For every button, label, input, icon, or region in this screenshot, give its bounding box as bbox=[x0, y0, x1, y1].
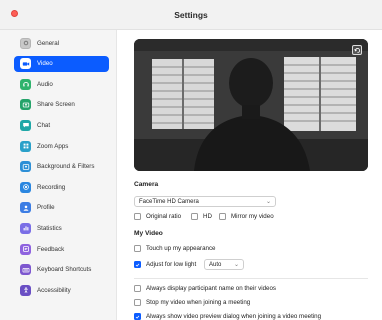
sidebar-item-label: Feedback bbox=[37, 245, 65, 253]
rotate-icon bbox=[353, 47, 360, 53]
camera-preview bbox=[134, 39, 368, 171]
sidebar-item-share-screen[interactable]: Share Screen bbox=[14, 97, 109, 113]
sidebar-item-label: General bbox=[37, 39, 60, 47]
sidebar-item-label: Zoom Apps bbox=[37, 142, 69, 150]
headphones-icon bbox=[20, 78, 31, 90]
video-preview-label: Always show video preview dialog when jo… bbox=[146, 313, 322, 320]
mirror-video-option[interactable]: Mirror my video bbox=[219, 213, 274, 220]
checkmark-icon bbox=[135, 315, 140, 319]
chevron-down-icon: ⌄ bbox=[265, 199, 271, 205]
mirror-video-label: Mirror my video bbox=[231, 213, 274, 220]
checkmark-icon bbox=[135, 263, 140, 267]
stop-video-label: Stop my video when joining a meeting bbox=[146, 299, 251, 306]
sidebar-item-label: Statistics bbox=[37, 224, 62, 232]
rotate-camera-button[interactable] bbox=[352, 45, 362, 55]
display-name-label: Always display participant name on their… bbox=[146, 285, 277, 292]
touch-up-option[interactable]: Touch up my appearance bbox=[134, 245, 215, 252]
sidebar-item-recording[interactable]: Recording bbox=[14, 179, 109, 195]
sidebar-item-label: Keyboard Shortcuts bbox=[37, 266, 92, 274]
window-title: Settings bbox=[174, 10, 208, 20]
hd-label: HD bbox=[203, 213, 212, 220]
sidebar-item-label: Background & Filters bbox=[37, 163, 95, 171]
low-light-checkbox[interactable] bbox=[134, 261, 141, 268]
touch-up-label: Touch up my appearance bbox=[146, 245, 216, 252]
original-ratio-option[interactable]: Original ratio bbox=[134, 213, 181, 220]
sidebar-item-label: Share Screen bbox=[37, 101, 75, 109]
sidebar-item-accessibility[interactable]: Accessibility bbox=[14, 282, 109, 298]
background-filters-icon bbox=[20, 161, 31, 173]
sidebar-item-audio[interactable]: Audio bbox=[14, 76, 109, 92]
stop-video-checkbox[interactable] bbox=[134, 299, 141, 306]
video-preview-option[interactable]: Always show video preview dialog when jo… bbox=[134, 313, 321, 320]
sidebar-item-label: Recording bbox=[37, 183, 66, 191]
sidebar-item-general[interactable]: General bbox=[14, 35, 109, 51]
profile-icon bbox=[20, 202, 31, 214]
camera-select-value: FaceTime HD Camera bbox=[139, 198, 199, 205]
sidebar-item-chat[interactable]: Chat bbox=[14, 117, 109, 133]
accessibility-icon bbox=[20, 284, 31, 296]
section-divider bbox=[134, 278, 368, 279]
sidebar-item-label: Chat bbox=[37, 121, 51, 129]
sidebar-item-keyboard-shortcuts[interactable]: Keyboard Shortcuts bbox=[14, 262, 109, 278]
keyboard-icon bbox=[20, 264, 31, 276]
apps-icon bbox=[20, 140, 31, 152]
camera-heading: Camera bbox=[134, 181, 159, 188]
sidebar-item-label: Accessibility bbox=[37, 286, 71, 294]
display-name-checkbox[interactable] bbox=[134, 285, 141, 292]
sidebar-item-label: Video bbox=[37, 60, 53, 68]
title-bar: Settings bbox=[0, 0, 382, 30]
recording-icon bbox=[20, 181, 31, 193]
sidebar-item-label: Audio bbox=[37, 80, 53, 88]
video-camera-icon bbox=[20, 58, 31, 70]
hd-checkbox[interactable] bbox=[191, 213, 198, 220]
sidebar-item-statistics[interactable]: Statistics bbox=[14, 220, 109, 236]
my-video-heading: My Video bbox=[134, 230, 163, 237]
gear-icon bbox=[20, 37, 31, 49]
chat-bubble-icon bbox=[20, 119, 31, 131]
low-light-select-value: Auto bbox=[209, 261, 222, 268]
video-preview-checkbox[interactable] bbox=[134, 313, 141, 320]
mirror-video-checkbox[interactable] bbox=[219, 213, 226, 220]
camera-select[interactable]: FaceTime HD Camera ⌄ bbox=[134, 196, 276, 207]
original-ratio-checkbox[interactable] bbox=[134, 213, 141, 220]
sidebar-item-feedback[interactable]: Feedback bbox=[14, 241, 109, 257]
display-name-option[interactable]: Always display participant name on their… bbox=[134, 285, 276, 292]
low-light-option[interactable]: Adjust for low light bbox=[134, 261, 196, 268]
sidebar-item-label: Profile bbox=[37, 204, 55, 212]
camera-preview-image bbox=[134, 39, 368, 171]
sidebar-item-zoom-apps[interactable]: Zoom Apps bbox=[14, 138, 109, 154]
feedback-icon bbox=[20, 243, 31, 255]
sidebar-item-background-filters[interactable]: Background & Filters bbox=[14, 159, 109, 175]
statistics-icon bbox=[20, 222, 31, 234]
chevron-down-icon: ⌄ bbox=[233, 262, 239, 268]
video-settings-panel: Camera FaceTime HD Camera ⌄ Original rat… bbox=[118, 30, 382, 320]
low-light-label: Adjust for low light bbox=[146, 261, 197, 268]
sidebar-item-profile[interactable]: Profile bbox=[14, 200, 109, 216]
share-screen-icon bbox=[20, 99, 31, 111]
hd-option[interactable]: HD bbox=[191, 213, 212, 220]
original-ratio-label: Original ratio bbox=[146, 213, 182, 220]
stop-video-option[interactable]: Stop my video when joining a meeting bbox=[134, 299, 250, 306]
low-light-select[interactable]: Auto ⌄ bbox=[204, 259, 244, 270]
touch-up-checkbox[interactable] bbox=[134, 245, 141, 252]
sidebar-item-video[interactable]: Video bbox=[14, 55, 109, 72]
settings-sidebar: General Video Audio Share Screen Chat Zoom Ap… bbox=[0, 30, 117, 320]
